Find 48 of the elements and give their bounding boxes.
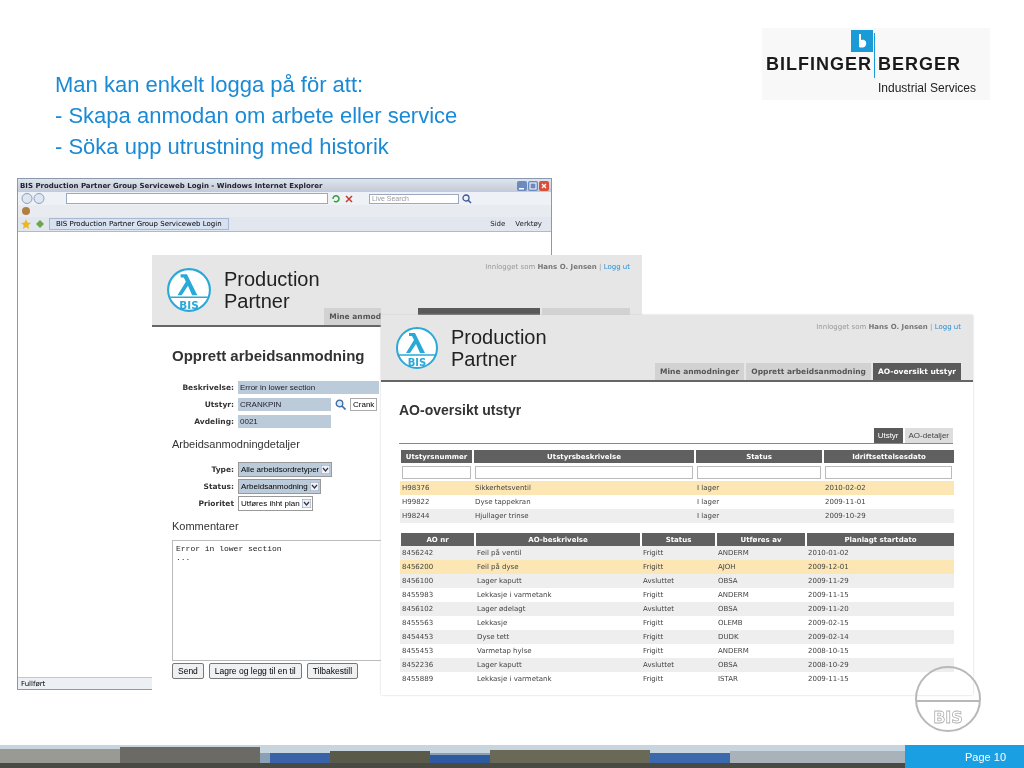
refresh-icon[interactable] [331,193,341,204]
form-button[interactable]: Tilbakestill [306,663,359,679]
nav-tab[interactable] [418,308,540,315]
filter-field[interactable] [475,465,693,479]
equipment-field[interactable]: Crank [350,397,378,411]
section-heading: Arbeidsanmodningdetaljer [172,437,301,452]
caret-icon [309,481,319,491]
filter-field[interactable] [697,465,821,479]
bis-logo: BIS [166,267,212,313]
dropdown[interactable]: Utføres ihht plan [238,495,313,511]
input-field[interactable]: CRANKPIN [238,397,331,411]
bis-logo: BIS [395,325,439,370]
add-favorite-icon[interactable] [35,219,45,229]
view-tab[interactable]: Utstyr [873,428,903,443]
maximize-icon[interactable] [528,180,538,191]
form-button[interactable]: Send [172,663,204,679]
page-title: Opprett arbeidsanmodning [172,346,366,366]
minimize-icon[interactable] [517,180,527,191]
search-icon[interactable] [335,398,346,410]
product-name: Production [451,325,547,348]
dropdown[interactable]: Alle arbeidsordretyper [238,461,333,477]
filter-field[interactable] [402,465,471,479]
toolbar-icon[interactable] [21,206,31,216]
form-button[interactable]: Lagre og legg til en til [208,663,302,679]
company-name: BILFINGER [766,53,872,75]
star-icon[interactable] [21,219,31,229]
dropdown[interactable]: Arbeidsanmodning [238,478,321,494]
company-name: BERGER [878,53,962,75]
view-tab[interactable]: AO-detaljer [904,428,953,443]
address-field[interactable] [66,193,328,204]
input-field[interactable]: 0021 [238,414,331,428]
input-field[interactable]: Error in lower section [238,380,379,394]
section-heading: Kommentarer [172,519,240,534]
page-title: AO-oversikt utstyr [399,402,523,420]
search-icon[interactable] [462,193,472,204]
heading-line: Man kan enkelt logga på för att: [55,71,365,99]
product-name: Partner [451,347,518,370]
stop-icon[interactable] [344,193,354,204]
filter-field[interactable] [825,465,952,479]
caret-icon [301,498,311,508]
heading-line: - Skapa anmodan om arbete eller service [55,102,458,130]
page-number: Page 10 [905,745,1024,768]
caret-icon [321,464,331,474]
product-name: Production [224,268,320,290]
heading-line: - Söka upp utrustning med historik [55,133,390,161]
product-name: Partner [224,290,291,312]
close-icon[interactable] [539,180,549,191]
company-tagline: Industrial Services [878,81,977,95]
